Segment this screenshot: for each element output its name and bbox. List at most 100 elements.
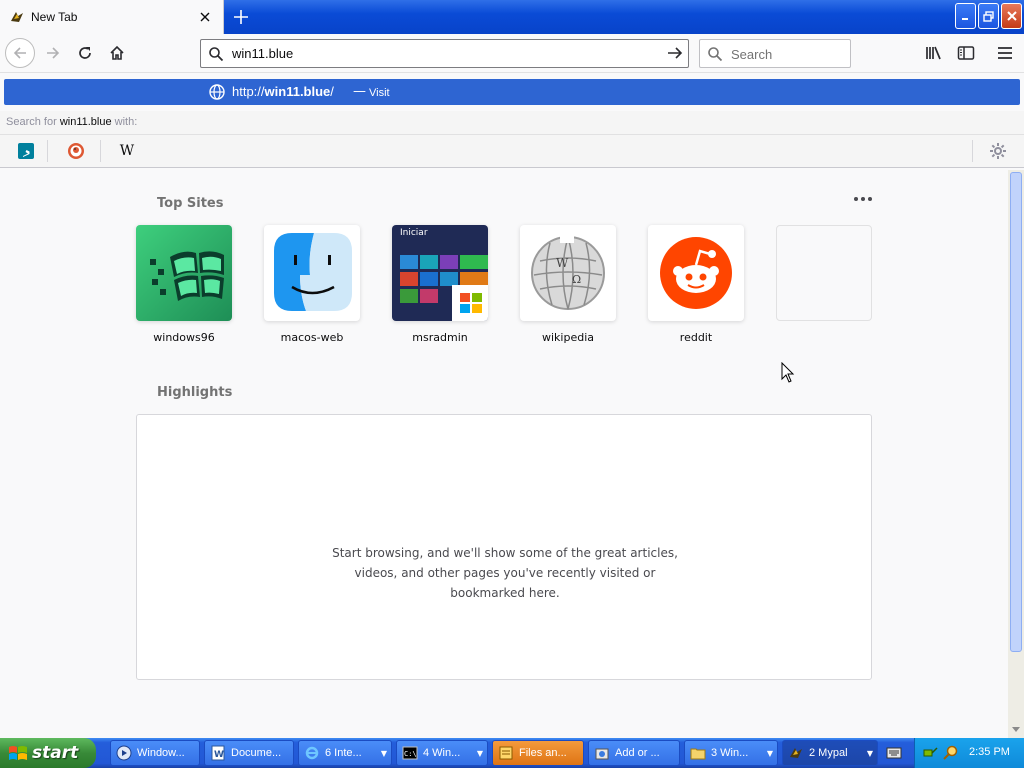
search-bar[interactable]: Search xyxy=(699,39,851,68)
url-bar[interactable]: win11.blue xyxy=(200,39,689,68)
go-arrow-icon[interactable] xyxy=(667,45,683,65)
top-site-windows96[interactable]: windows96 xyxy=(136,225,232,344)
site-tile: W Ω xyxy=(520,225,616,321)
network-icon[interactable] xyxy=(923,745,939,761)
site-tile: Iniciar xyxy=(392,225,488,321)
svg-text:C:\: C:\ xyxy=(404,750,417,758)
top-site-reddit[interactable]: reddit xyxy=(648,225,744,344)
group-arrow-icon: ▼ xyxy=(866,749,873,758)
taskbar-item-label: 4 Win... xyxy=(423,747,461,759)
top-site-empty-slot[interactable] xyxy=(776,225,872,331)
plus-icon xyxy=(234,10,248,24)
top-site-macos-web[interactable]: macos-web xyxy=(264,225,360,344)
start-button[interactable]: start xyxy=(0,738,96,768)
site-label: windows96 xyxy=(153,331,215,344)
more-options-icon[interactable] xyxy=(854,193,874,205)
gear-icon xyxy=(990,143,1006,159)
taskbar-item[interactable]: 6 Inte... ▼ xyxy=(298,740,392,766)
restore-icon xyxy=(983,10,994,22)
svg-text:W: W xyxy=(556,256,569,270)
scroll-down-arrow-icon[interactable] xyxy=(1008,722,1024,738)
engine-separator xyxy=(47,140,48,162)
url-suggestion-row[interactable]: http://win11.blue/ — Visit xyxy=(4,79,1020,105)
keyboard-language-icon[interactable] xyxy=(886,746,902,760)
scrollbar-thumb[interactable] xyxy=(1010,172,1022,652)
wikipedia-icon[interactable]: W xyxy=(118,142,136,160)
suggestion-url-host: win11.blue xyxy=(264,84,331,99)
top-site-wikipedia[interactable]: W Ω wikipedia xyxy=(520,225,616,344)
home-button[interactable] xyxy=(103,39,131,67)
taskbar-item-label: Window... xyxy=(137,747,185,759)
group-arrow-icon: ▼ xyxy=(380,749,387,758)
taskbar-item[interactable]: Add or ... xyxy=(588,740,680,766)
site-label: reddit xyxy=(679,331,713,344)
top-site-msradmin[interactable]: Iniciar msradmin xyxy=(392,225,488,344)
windows8-start-icon xyxy=(400,255,488,321)
search-icon xyxy=(708,47,723,62)
taskbar-item[interactable]: Files an... xyxy=(492,740,584,766)
mypal-favicon-icon xyxy=(11,12,23,22)
window-close-button[interactable] xyxy=(1001,3,1022,29)
tab-strip: New Tab xyxy=(0,0,1024,34)
browser-window: New Tab win11.blue Search http://win11.b… xyxy=(0,0,1024,738)
taskbar-item-label: 6 Inte... xyxy=(325,747,362,759)
clock[interactable]: 2:35 PM xyxy=(969,746,1010,758)
tab-new-tab[interactable]: New Tab xyxy=(0,0,224,34)
duckduckgo-icon[interactable] xyxy=(67,142,85,160)
command-prompt-icon: C:\ xyxy=(402,746,418,760)
search-settings-button[interactable] xyxy=(989,142,1007,160)
close-icon xyxy=(1006,11,1017,21)
minimize-button[interactable] xyxy=(955,3,976,29)
url-input[interactable]: win11.blue xyxy=(232,46,293,61)
top-sites-title: Top Sites xyxy=(157,196,224,211)
forward-button[interactable] xyxy=(39,39,67,67)
suggestion-url-suffix: / xyxy=(330,84,334,99)
svg-text:W: W xyxy=(214,750,224,760)
sidebar-icon xyxy=(957,46,975,60)
globe-icon xyxy=(209,84,225,100)
svg-text:Ω: Ω xyxy=(572,273,581,286)
highlights-empty-state: Start browsing, and we'll show some of t… xyxy=(136,414,872,680)
hamburger-menu-icon xyxy=(998,47,1012,59)
vertical-scrollbar[interactable] xyxy=(1008,170,1024,738)
restore-button[interactable] xyxy=(978,3,999,29)
wikipedia-glyph: W xyxy=(119,143,135,159)
back-button[interactable] xyxy=(5,38,35,68)
engine-separator xyxy=(100,140,101,162)
library-icon xyxy=(926,46,941,60)
bing-icon[interactable] xyxy=(17,142,35,160)
new-tab-button[interactable] xyxy=(229,5,253,29)
search-input[interactable]: Search xyxy=(731,47,772,62)
sidebar-button[interactable] xyxy=(955,42,977,64)
taskbar-item[interactable]: C:\ 4 Win... ▼ xyxy=(396,740,488,766)
taskbar-item[interactable]: 2 Mypal ▼ xyxy=(782,740,878,766)
site-label: macos-web xyxy=(280,331,344,344)
windows-flag-icon xyxy=(9,746,27,760)
reddit-logo-icon xyxy=(660,237,732,309)
folder-icon xyxy=(690,748,706,760)
site-tile xyxy=(648,225,744,321)
forward-arrow-icon xyxy=(47,47,60,59)
word-document-icon: W xyxy=(211,745,225,761)
system-tray: 2:35 PM xyxy=(914,738,1024,768)
group-arrow-icon: ▼ xyxy=(766,749,773,758)
library-button[interactable] xyxy=(923,42,945,64)
suggestion-url-prefix: http:// xyxy=(232,84,265,99)
wikipedia-globe-icon: W Ω xyxy=(531,235,605,310)
taskbar-item[interactable]: 3 Win... ▼ xyxy=(684,740,778,766)
search-icon xyxy=(209,47,224,62)
tab-title: New Tab xyxy=(31,10,78,24)
search-with-label: Search for win11.blue with: xyxy=(6,116,137,128)
taskbar-item[interactable]: Window... xyxy=(110,740,200,766)
menu-button[interactable] xyxy=(994,42,1016,64)
search-tray-icon[interactable] xyxy=(943,745,959,761)
media-player-icon xyxy=(116,745,132,761)
reload-button[interactable] xyxy=(71,39,99,67)
taskbar-item-label: 2 Mypal xyxy=(809,747,848,759)
tab-close-icon[interactable] xyxy=(197,9,213,25)
search-with-prefix: Search for xyxy=(6,116,60,128)
site-tile xyxy=(264,225,360,321)
search-with-suffix: with: xyxy=(111,116,138,128)
suggestion-action: Visit xyxy=(369,87,390,99)
taskbar-item[interactable]: W Docume... xyxy=(204,740,294,766)
